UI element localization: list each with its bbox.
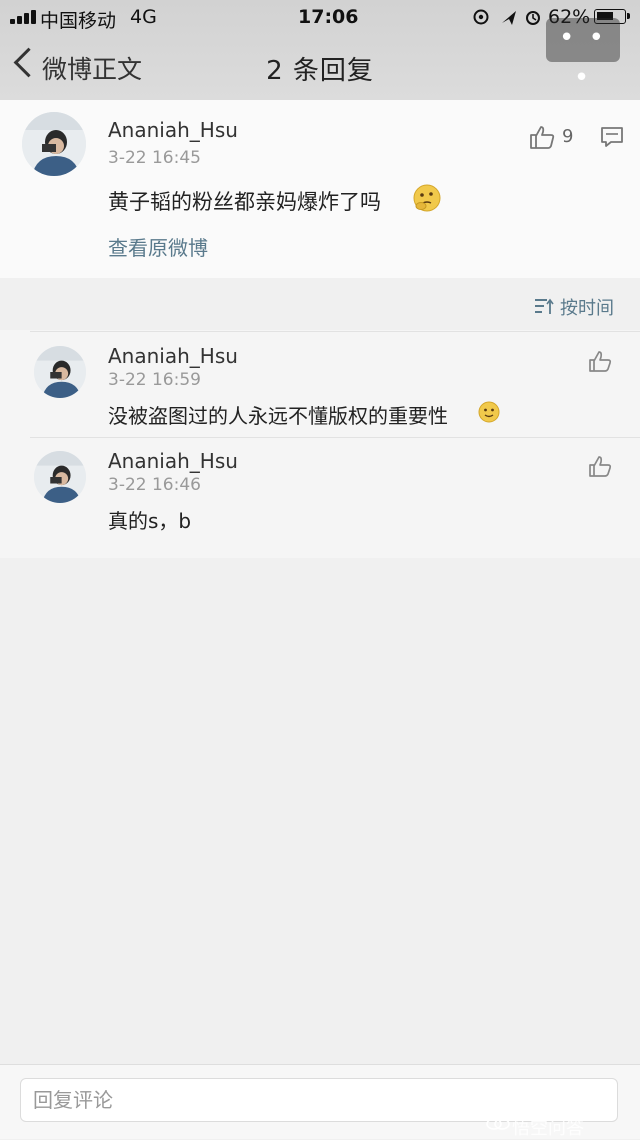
sort-icon[interactable]	[534, 297, 554, 315]
avatar[interactable]	[22, 112, 86, 176]
smile-emoji-icon	[478, 401, 500, 423]
reply-username[interactable]: Ananiah_Hsu	[108, 449, 238, 473]
reply-list	[0, 330, 640, 558]
divider	[30, 331, 640, 332]
reply-avatar[interactable]	[34, 346, 86, 398]
carrier-label: 中国移动	[40, 10, 117, 32]
reply-text: 没被盗图过的人永远不懂版权的重要性	[108, 404, 448, 428]
reply-timestamp: 3-22 16:46	[108, 475, 201, 495]
avatar-image	[34, 346, 86, 398]
reply-text: 真的s，b	[108, 509, 192, 533]
comment-icon[interactable]	[600, 126, 624, 148]
sort-by-time-button[interactable]: 按时间	[560, 294, 614, 320]
signal-icon	[10, 10, 40, 24]
network-label: 4G	[130, 6, 157, 28]
status-icons	[473, 9, 540, 25]
avatar-image	[22, 112, 86, 176]
clock: 17:06	[298, 6, 359, 28]
reply-like-icon[interactable]	[588, 350, 612, 372]
reply-like-icon[interactable]	[588, 455, 612, 477]
like-icon[interactable]	[528, 124, 556, 150]
watermark-logo-icon	[486, 1118, 510, 1130]
divider	[30, 437, 640, 438]
more-button[interactable]: • • •	[546, 18, 620, 93]
like-count: 9	[562, 126, 574, 147]
watermark-text: 悟空问答	[512, 1118, 584, 1139]
post-timestamp: 3-22 16:45	[108, 148, 201, 168]
page-title: 2 条回复	[266, 56, 374, 86]
post-username[interactable]: Ananiah_Hsu	[108, 118, 238, 142]
thinking-emoji-icon	[413, 184, 441, 212]
post-text: 黄子韬的粉丝都亲妈爆炸了吗	[108, 190, 381, 214]
avatar-image	[34, 451, 86, 503]
reply-timestamp: 3-22 16:59	[108, 370, 201, 390]
battery-tip	[627, 13, 630, 19]
view-original-link[interactable]: 查看原微博	[108, 232, 208, 261]
reply-avatar[interactable]	[34, 451, 86, 503]
reply-username[interactable]: Ananiah_Hsu	[108, 344, 238, 368]
